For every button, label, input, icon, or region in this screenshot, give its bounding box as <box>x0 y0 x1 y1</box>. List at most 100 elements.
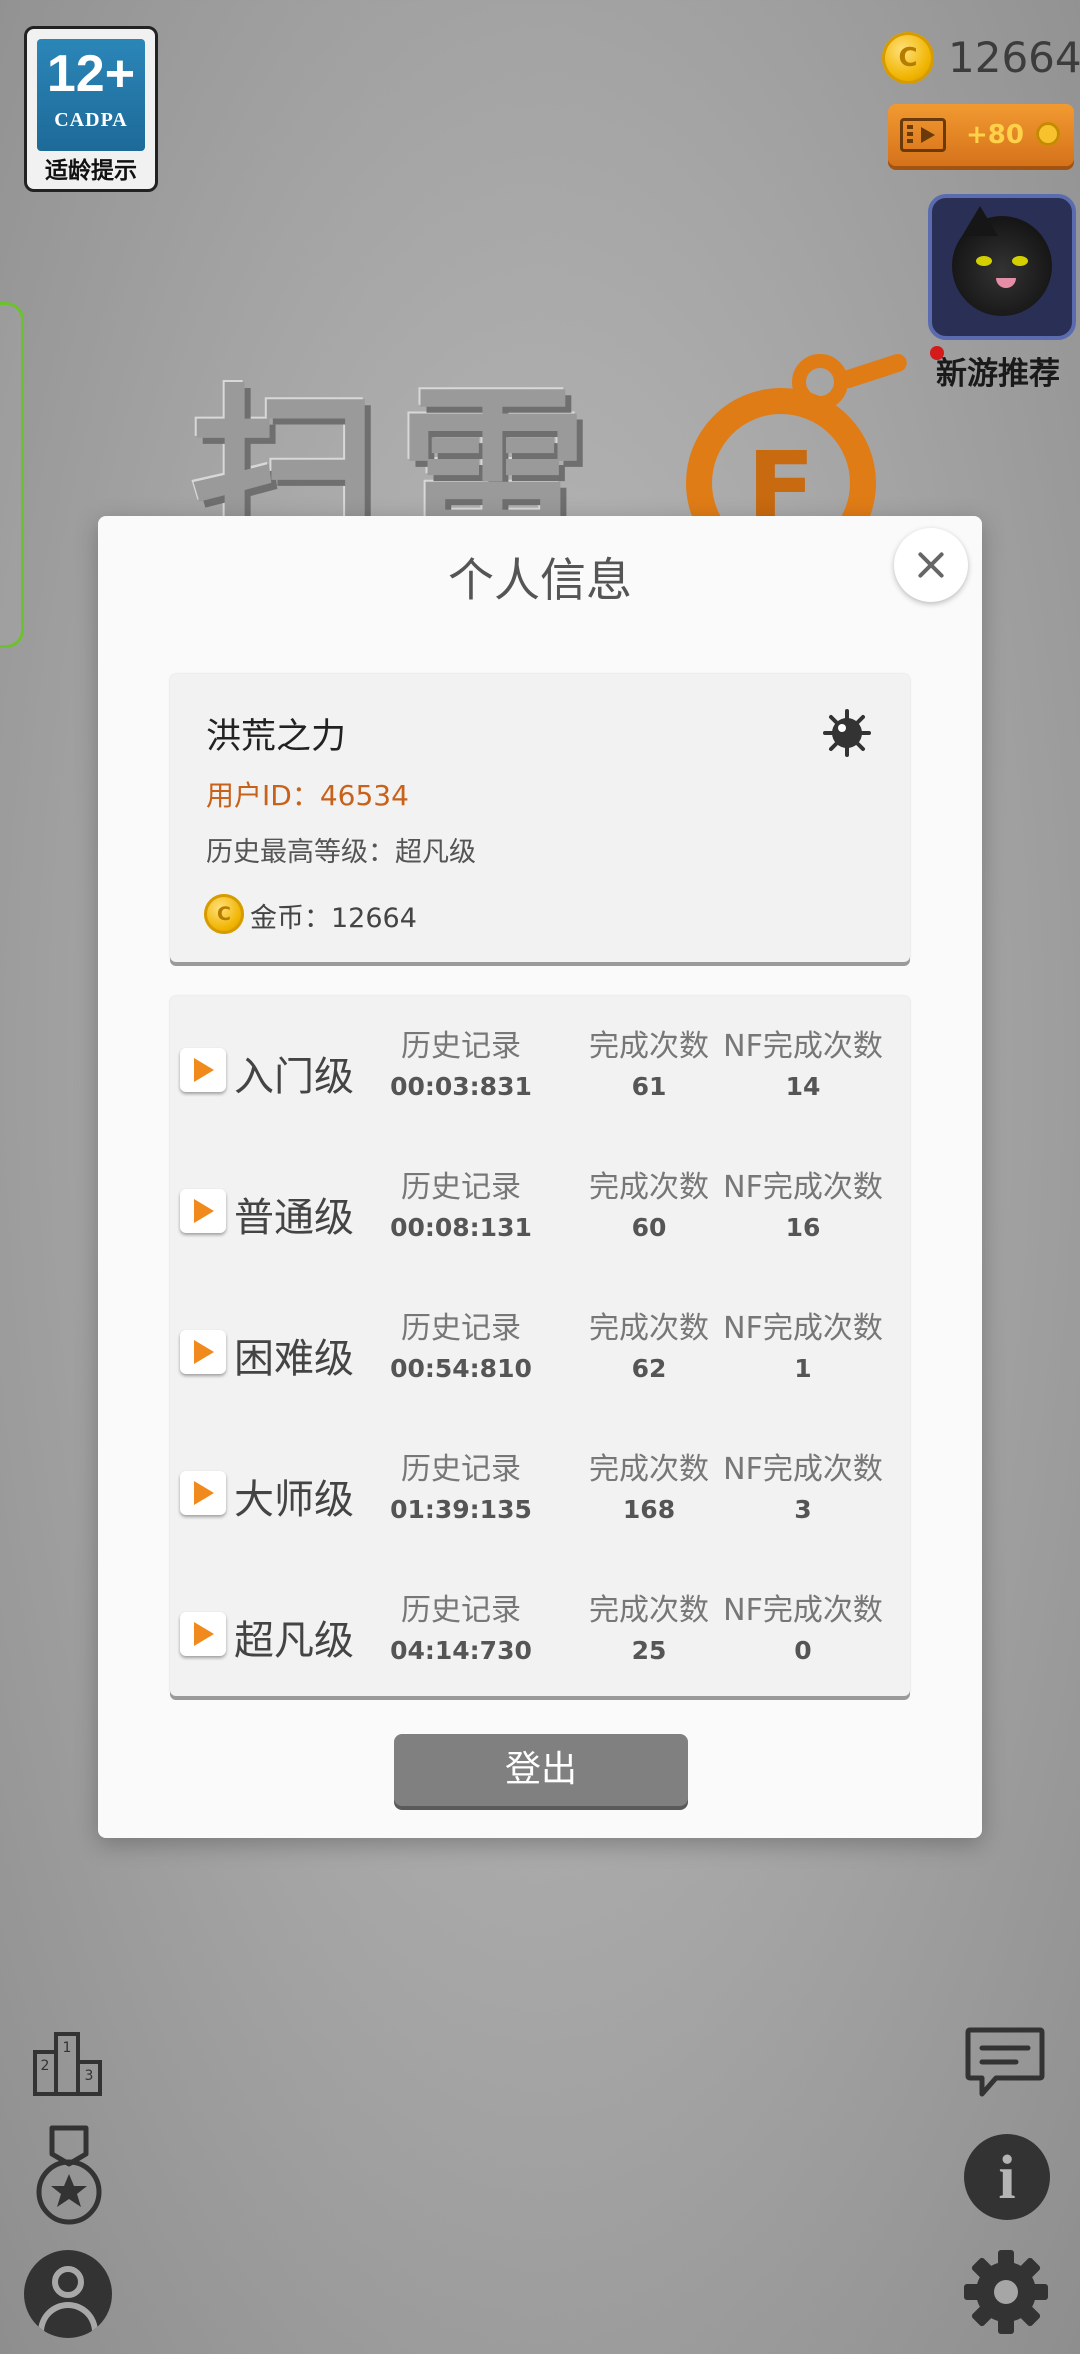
play-arrow-icon[interactable] <box>180 1612 226 1656</box>
completions-column: 完成次数 25 <box>564 1592 734 1672</box>
record-value: 00:54:810 <box>390 1354 532 1383</box>
age-rating-panel: 12+ CADPA <box>37 39 145 151</box>
nf-completions-header: NF完成次数 <box>723 1452 883 1487</box>
level-row: 困难级 历史记录 00:54:810 完成次数 62 NF完成次数 1 <box>170 1278 910 1418</box>
completions-header: 完成次数 <box>589 1170 709 1205</box>
record-column: 历史记录 00:03:831 <box>376 1028 546 1108</box>
completions-header: 完成次数 <box>589 1311 709 1346</box>
record-value: 00:08:131 <box>390 1213 532 1242</box>
highest-level: 历史最高等级：超凡级 <box>206 837 476 868</box>
record-value: 04:14:730 <box>390 1636 532 1665</box>
black-cat-avatar-icon <box>952 206 1052 316</box>
completions-column: 完成次数 62 <box>564 1310 734 1390</box>
level-name: 困难级 <box>234 1336 354 1382</box>
record-column: 历史记录 00:54:810 <box>376 1310 546 1390</box>
mine-settings-icon[interactable] <box>822 708 872 758</box>
record-header: 历史记录 <box>401 1311 521 1346</box>
level-name: 大师级 <box>234 1477 354 1523</box>
nf-completions-value: 1 <box>794 1354 812 1383</box>
cat-eye-left <box>976 256 992 266</box>
leaderboard-icon[interactable]: 1 2 3 <box>32 2030 104 2096</box>
age-rating-value: 12+ <box>46 45 136 103</box>
profile-modal: 个人信息 洪荒之力 用户ID：46534 历史最高等级：超凡级 C 金币：126… <box>98 516 982 1838</box>
recommended-game-button[interactable] <box>928 194 1076 340</box>
chat-message-icon[interactable] <box>964 2026 1046 2098</box>
coin-icon: C <box>882 32 934 84</box>
player-user-id: 用户ID：46534 <box>206 779 409 812</box>
bomb-logo-fuse <box>836 351 910 391</box>
small-coin-icon <box>1036 122 1060 146</box>
logout-button[interactable]: 登出 <box>394 1734 688 1806</box>
record-column: 历史记录 04:14:730 <box>376 1592 546 1672</box>
record-column: 历史记录 01:39:135 <box>376 1451 546 1531</box>
user-icon-head <box>52 2266 84 2298</box>
profile-coin-balance: 金币：12664 <box>250 903 417 934</box>
record-header: 历史记录 <box>401 1029 521 1064</box>
modal-title: 个人信息 <box>448 553 632 607</box>
settings-gear-icon[interactable] <box>962 2248 1050 2336</box>
nf-completions-header: NF完成次数 <box>723 1311 883 1346</box>
play-arrow-icon[interactable] <box>180 1471 226 1515</box>
video-icon <box>900 118 946 152</box>
profile-card: 洪荒之力 用户ID：46534 历史最高等级：超凡级 C 金币：12664 <box>170 674 910 962</box>
completions-column: 完成次数 60 <box>564 1169 734 1249</box>
close-button[interactable] <box>894 528 968 602</box>
nf-completions-header: NF完成次数 <box>723 1029 883 1064</box>
completions-value: 61 <box>631 1072 667 1101</box>
level-row: 入门级 历史记录 00:03:831 完成次数 61 NF完成次数 14 <box>170 996 910 1136</box>
completions-header: 完成次数 <box>589 1029 709 1064</box>
watch-ad-reward-button[interactable]: +80 <box>888 104 1074 166</box>
completions-column: 完成次数 61 <box>564 1028 734 1108</box>
rank-first-number: 1 <box>63 2040 72 2056</box>
age-rating-badge[interactable]: 12+ CADPA 适龄提示 <box>24 26 158 192</box>
info-icon[interactable]: i <box>964 2134 1050 2220</box>
nf-completions-column: NF完成次数 16 <box>718 1169 888 1249</box>
level-row: 普通级 历史记录 00:08:131 完成次数 60 NF完成次数 16 <box>170 1137 910 1277</box>
nf-completions-value: 14 <box>785 1072 821 1101</box>
age-rating-org: CADPA <box>54 109 128 131</box>
medal-achievement-icon[interactable] <box>34 2124 104 2228</box>
completions-header: 完成次数 <box>589 1593 709 1628</box>
completions-value: 60 <box>631 1213 667 1242</box>
level-row: 大师级 历史记录 01:39:135 完成次数 168 NF完成次数 3 <box>170 1419 910 1559</box>
record-value: 01:39:135 <box>390 1495 532 1524</box>
rank-second-number: 2 <box>41 2058 50 2074</box>
nf-completions-value: 3 <box>794 1495 812 1524</box>
rank-third-number: 3 <box>85 2068 94 2084</box>
nf-completions-header: NF完成次数 <box>723 1170 883 1205</box>
level-stats-card: 入门级 历史记录 00:03:831 完成次数 61 NF完成次数 14 普通级 历史… <box>170 996 910 1696</box>
record-column: 历史记录 00:08:131 <box>376 1169 546 1249</box>
level-row: 超凡级 历史记录 04:14:730 完成次数 25 NF完成次数 0 <box>170 1560 910 1700</box>
coin-icon: C <box>204 894 244 934</box>
cat-mouth <box>996 278 1016 288</box>
play-arrow-icon[interactable] <box>180 1048 226 1092</box>
nf-completions-column: NF完成次数 14 <box>718 1028 888 1108</box>
completions-column: 完成次数 168 <box>564 1451 734 1531</box>
nf-completions-value: 0 <box>794 1636 812 1665</box>
level-name: 普通级 <box>234 1195 354 1241</box>
nf-completions-column: NF完成次数 3 <box>718 1451 888 1531</box>
player-nickname: 洪荒之力 <box>206 717 347 757</box>
play-arrow-icon[interactable] <box>180 1189 226 1233</box>
record-header: 历史记录 <box>401 1170 521 1205</box>
record-header: 历史记录 <box>401 1593 521 1628</box>
record-header: 历史记录 <box>401 1452 521 1487</box>
age-rating-label: 适龄提示 <box>45 158 137 184</box>
completions-value: 25 <box>631 1636 667 1665</box>
completions-value: 62 <box>631 1354 667 1383</box>
coin-balance: 12664 <box>948 33 1080 82</box>
ad-reward-amount: +80 <box>966 120 1024 150</box>
level-name: 超凡级 <box>234 1618 354 1664</box>
level-name: 入门级 <box>234 1054 354 1100</box>
nf-completions-header: NF完成次数 <box>723 1593 883 1628</box>
recommended-game-label: 新游推荐 <box>936 356 1060 392</box>
nf-completions-column: NF完成次数 1 <box>718 1310 888 1390</box>
completions-value: 168 <box>622 1495 676 1524</box>
side-drawer-tab[interactable] <box>0 302 24 648</box>
record-value: 00:03:831 <box>390 1072 532 1101</box>
user-icon-body <box>38 2302 98 2338</box>
user-profile-icon[interactable] <box>24 2250 112 2338</box>
nf-completions-column: NF完成次数 0 <box>718 1592 888 1672</box>
completions-header: 完成次数 <box>589 1452 709 1487</box>
play-arrow-icon[interactable] <box>180 1330 226 1374</box>
